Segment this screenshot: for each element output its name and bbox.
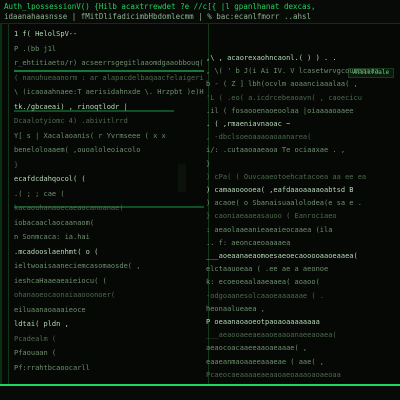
left-code-line: Y[ s | Xacalaoanis( r Yvrmseee ( x x [14,131,166,140]
left-code-line: .mcadooslaenhmt( o ( [14,247,99,256]
left-code-line: ieshcaHaaeaeaieiocu( ( [14,276,107,285]
right-code-line: P oeaanaoaoeotpaoaoaaaaaaaa [206,318,320,326]
left-code-line: ldtai( pldn , [14,320,69,328]
code-pane-left[interactable]: 1 f( HelolSpV-- P .(bb j1l r_ehtitiaeto/… [8,24,209,384]
right-code-line: 'L ( .eo( a.icdrcebeaoavn( , caoecicu [206,93,362,102]
vertical-scrollbar[interactable] [0,24,2,384]
right-code-line: . ( ,rmaeniavnaoac ~ [206,120,291,128]
ide-window: Auth_lpossessionV() {Hilb acaxtrrewdet ?… [0,0,400,400]
right-code-line: Pcaeocaeaaaaeaeaaoaeoaaaoaoaeoaa [206,370,341,379]
left-code-line: n Sonmcaca: ia.hai [14,233,90,241]
left-code-line: Pf:rrahtbcaoocarll [14,363,90,372]
right-code-line: .. f: aeoncaeoaaaaea [206,238,291,247]
right-code-line: , -dbclsoeoaaaoaoaanarea( [206,133,312,142]
right-code-line: ) acaoe( o Sbanaisuaalolodea(e sa e . [206,199,362,208]
left-code-line: tk./gbcaeai) , rinoqtlodr | [14,102,128,111]
left-code-line: .( ; ; cae ( [14,189,65,198]
right-code-line: i/: .cutaaoaaeaoa Te ociaaxae . , [206,146,346,155]
selection-highlight [14,70,204,72]
right-code-line: elctaauoeaa ( .ee ae a aeonoe [206,265,329,274]
title-line-2: idaanahaasnsse | fMitDlifadicimbHbdomlec… [4,12,312,21]
left-code-line: ( nanuhueaanorm : ar alapacdelbaqaacfela… [14,73,204,82]
right-code-line: ) camaaooooea( ,eafdaaoaaaaoabtsd B [206,186,354,194]
left-code-line: P .(bb j1l [14,44,57,53]
right-code-line: } [206,159,211,168]
right-code-line: } caoniaeaaeasauoo ( Eanrociaeo [206,212,337,221]
right-code-line: ) cPa( ( Ouvcaaeotoehcatacoea aa ee ea [206,172,367,181]
left-code-line: eiluaanaoaaaieoce [14,305,86,314]
left-code-line: Pcadealm ( [14,334,57,343]
right-code-line: -odgoaanesolcaaoeaaaaaae ( . [206,291,325,300]
left-code-line: beneloloaaem( ,ouoaloleoiacolo [14,146,141,154]
left-code-line: ecafdcdahqocol( ( [14,175,86,183]
left-code-line: ohanaoeocaonaiaaooonoer( [14,291,116,299]
right-code-line: b - ( Z ] lbh(ocvlm aoaanciaaalaa( , [206,80,358,89]
title-line-1: Auth_lpossessionV() {Hilb acaxtrrewdet ?… [4,2,316,11]
left-code-line: Dcaalotyiomc 4) .abivitlrrd [14,117,128,125]
right-code-line: heonaalueaea , [206,304,266,313]
status-bar [0,384,400,400]
left-code-line: iobacaaclaocaanaom( [14,218,95,227]
right-code-line: .il ( fosaooenaoeoolaa |oiaaaaoaaee [206,106,354,115]
right-code-line: ,\ , acaorexaohncaonl.( ) ) . . [206,54,337,62]
right-code-line: k: ecoeoeaalaaeaaea( aoaoo( [206,278,320,287]
left-code-line: Pfaouaan ( [14,349,57,357]
right-code-line: aeaocoacaaeeaaoaeaaae( , [206,344,308,353]
right-code-line: ___aoeaanaeaomoesaeoecaooooaaoeaaea( [206,252,358,260]
title-bar: Auth_lpossessionV() {Hilb acaxtrrewdet ?… [0,0,400,24]
right-code-line: ___aeaooaeeaeaaoeaaoanaeeaoaea( [206,331,337,340]
left-code-line: r_ehtitiaeto/r) acseerrsgegitlaaomdgaaob… [14,59,204,67]
code-pane-right[interactable]: Aliicfoale ,\ , acaorexaohncaonl.( ) ) .… [200,24,400,384]
left-code-line: ieltwoaisaaneciemcasomaosde( , [14,262,141,270]
right-code-line: , \( ' b J(i Ai IV. V lcasetwrvgcouaaaaa… [206,67,379,76]
left-code-line: \ (icaoaahnaee:T aerisidahnxde \. Hrzpbt… [14,88,204,96]
right-code-line: : aeaolaaeanieaeaieocaaea (ila [206,225,333,234]
left-code-line: 1 f( HelolSpV-- [14,30,78,38]
right-code-line: eaaeanmaoaaeeaaaeae ( aae( , [206,357,325,366]
left-code-line: } [14,160,19,169]
left-code-line: kacaouhanaoecaeaocanoanae( [14,204,124,212]
